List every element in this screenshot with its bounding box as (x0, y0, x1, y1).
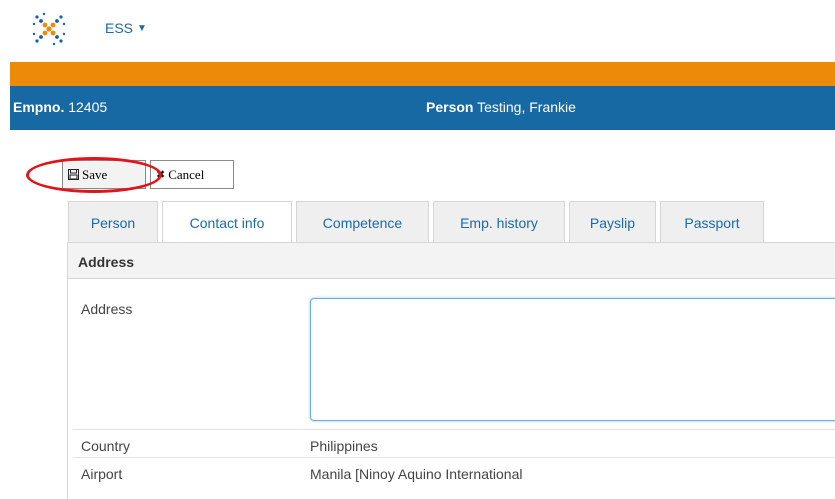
row-divider (73, 457, 835, 458)
company-logo (32, 12, 66, 46)
tab-contact-info[interactable]: Contact info (162, 201, 292, 244)
tab-label: Emp. history (460, 214, 538, 231)
country-value: Philippines (310, 438, 378, 454)
tab-label: Passport (684, 214, 740, 231)
tab-passport[interactable]: Passport (660, 201, 764, 243)
module-label: ESS (105, 20, 134, 36)
tab-emp-history[interactable]: Emp. history (433, 201, 565, 243)
row-divider (73, 429, 835, 430)
tab-label: Competence (322, 214, 403, 231)
person-value: Testing, Frankie (477, 99, 576, 115)
cancel-label: Cancel (168, 166, 205, 182)
accent-bar (10, 62, 835, 86)
contact-info-panel: Address Address Country Philippines Airp… (67, 242, 835, 499)
employee-info-bar: Empno. 12405 Person Testing, Frankie (10, 86, 835, 130)
caret-down-icon: ▼ (137, 22, 147, 34)
tab-label: Payslip (589, 214, 636, 231)
tab-label: Person (90, 214, 136, 231)
cancel-button[interactable]: ✖ Cancel (150, 160, 234, 189)
person-info: Person Testing, Frankie (426, 99, 576, 115)
airport-label: Airport (81, 466, 123, 482)
save-label: Save (82, 166, 108, 182)
person-label: Person (426, 99, 474, 115)
tab-person[interactable]: Person (68, 201, 158, 243)
tab-label: Contact info (189, 215, 265, 231)
module-dropdown[interactable]: ESS ▼ (105, 20, 147, 36)
country-label: Country (81, 438, 131, 454)
tab-competence[interactable]: Competence (296, 201, 429, 243)
address-field[interactable] (310, 298, 835, 421)
empno-label: Empno. (13, 99, 65, 115)
empno-value: 12405 (68, 99, 108, 115)
section-title: Address (68, 243, 835, 279)
save-button[interactable]: Save (62, 160, 146, 189)
close-icon: ✖ (156, 168, 166, 181)
airport-value: Manila [Ninoy Aquino International (310, 466, 523, 482)
floppy-disk-icon (68, 169, 79, 180)
top-header: ESS ▼ (0, 0, 835, 62)
empno-info: Empno. 12405 (13, 99, 107, 115)
tab-bar: Person Contact info Competence Emp. hist… (68, 201, 768, 244)
address-label: Address (81, 301, 133, 317)
tab-payslip[interactable]: Payslip (569, 201, 656, 243)
